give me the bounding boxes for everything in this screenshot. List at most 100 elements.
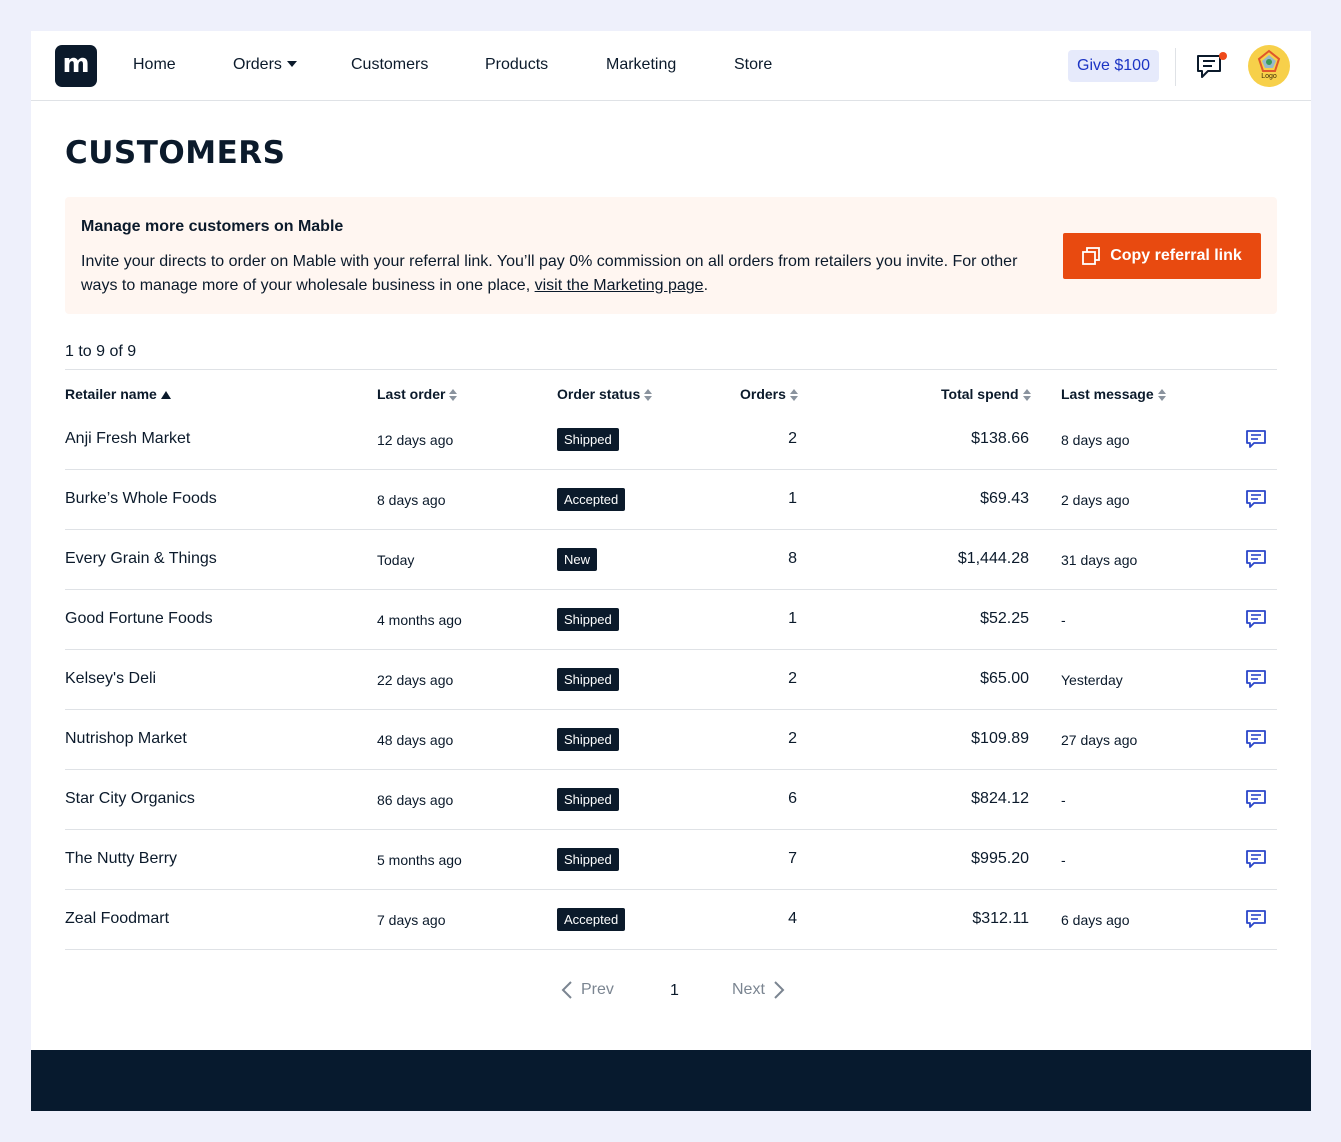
header-order-status[interactable]: Order status (557, 386, 653, 402)
order-status-cell: Shipped (557, 728, 619, 751)
notification-dot (1219, 52, 1227, 60)
nav-orders[interactable]: Orders (233, 55, 297, 75)
mable-logo[interactable]: m (55, 45, 97, 87)
last-message: - (1061, 852, 1066, 868)
sort-ascending-icon (160, 391, 171, 400)
header-orders[interactable]: Orders (740, 386, 798, 402)
message-retailer-icon (1246, 430, 1266, 448)
customers-table: Retailer name Last order Order status Or… (65, 369, 1277, 950)
status-badge: Shipped (557, 668, 619, 691)
marketing-page-link[interactable]: visit the Marketing page (535, 277, 704, 294)
message-retailer-button[interactable] (1245, 548, 1267, 575)
retailer-name[interactable]: Good Fortune Foods (65, 610, 213, 628)
logo-shape-icon (1257, 49, 1281, 72)
table-row[interactable]: Burke’s Whole Foods 8 days ago Accepted 1 $6… (65, 470, 1277, 530)
next-label: Next (732, 981, 765, 998)
message-retailer-button[interactable] (1245, 608, 1267, 635)
message-retailer-button[interactable] (1245, 488, 1267, 515)
status-badge: Accepted (557, 908, 626, 931)
nav-marketing[interactable]: Marketing (606, 55, 676, 75)
nav-products[interactable]: Products (485, 55, 548, 75)
table-header: Retailer name Last order Order status Or… (65, 370, 1277, 418)
retailer-name[interactable]: Star City Organics (65, 790, 195, 808)
last-message: - (1061, 792, 1066, 808)
table-row[interactable]: Every Grain & Things Today New 8 $1,444.28 31… (65, 530, 1277, 590)
orders-count: 8 (788, 550, 797, 567)
retailer-name[interactable]: The Nutty Berry (65, 850, 177, 868)
status-badge: Accepted (557, 488, 626, 511)
retailer-name[interactable]: Every Grain & Things (65, 550, 217, 568)
sort-icon (1157, 389, 1166, 402)
header-label: Total spend (941, 386, 1019, 402)
last-message: Yesterday (1061, 672, 1123, 688)
retailer-name[interactable]: Kelsey's Deli (65, 670, 156, 688)
message-retailer-icon (1246, 610, 1266, 628)
sort-icon (644, 389, 653, 402)
table-row[interactable]: Zeal Foodmart 7 days ago Accepted 4 $312.11 6… (65, 890, 1277, 950)
header-label: Order status (557, 386, 641, 402)
table-row[interactable]: Star City Organics 86 days ago Shipped 6 $82… (65, 770, 1277, 830)
last-order: 22 days ago (377, 672, 454, 688)
table-row[interactable]: The Nutty Berry 5 months ago Shipped 7 $995.… (65, 830, 1277, 890)
header-label: Last message (1061, 386, 1154, 402)
order-status-cell: Shipped (557, 848, 619, 871)
header-label: Orders (740, 386, 786, 402)
message-retailer-button[interactable] (1245, 788, 1267, 815)
last-message: - (1061, 612, 1066, 628)
status-badge: Shipped (557, 848, 619, 871)
copy-icon (1082, 247, 1101, 265)
banner-text-end: . (703, 277, 709, 294)
account-avatar[interactable]: Logo (1248, 45, 1290, 87)
table-body: Anji Fresh Market 12 days ago Shipped 2 $138… (65, 418, 1277, 950)
retailer-name[interactable]: Nutrishop Market (65, 730, 187, 748)
order-status-cell: Shipped (557, 788, 619, 811)
copy-referral-link-button[interactable]: Copy referral link (1063, 233, 1261, 279)
retailer-name[interactable]: Anji Fresh Market (65, 430, 190, 448)
nav-divider (1175, 48, 1176, 86)
message-retailer-button[interactable] (1245, 728, 1267, 755)
table-row[interactable]: Nutrishop Market 48 days ago Shipped 2 $109.… (65, 710, 1277, 770)
status-badge: Shipped (557, 788, 619, 811)
banner-body: Invite your directs to order on Mable wi… (81, 250, 1021, 298)
total-spend: $52.25 (980, 610, 1029, 627)
header-last-order[interactable]: Last order (377, 386, 458, 402)
nav-customers[interactable]: Customers (351, 55, 428, 75)
table-row[interactable]: Good Fortune Foods 4 months ago Shipped 1 $5… (65, 590, 1277, 650)
message-retailer-button[interactable] (1245, 668, 1267, 695)
last-message: 2 days ago (1061, 492, 1130, 508)
header-label: Retailer name (65, 386, 157, 402)
last-order: 4 months ago (377, 612, 462, 628)
page-title: CUSTOMERS (65, 135, 286, 171)
header-retailer-name[interactable]: Retailer name (65, 386, 171, 402)
chevron-left-icon (561, 981, 572, 999)
nav-home[interactable]: Home (133, 55, 176, 75)
last-order: 12 days ago (377, 432, 454, 448)
total-spend: $109.89 (971, 730, 1029, 747)
give-100-button[interactable]: Give $100 (1068, 50, 1159, 82)
last-message: 27 days ago (1061, 732, 1138, 748)
page-footer (31, 1050, 1311, 1111)
messages-button[interactable] (1195, 50, 1229, 84)
table-row[interactable]: Kelsey's Deli 22 days ago Shipped 2 $65.00 Ye… (65, 650, 1277, 710)
header-label: Last order (377, 386, 446, 402)
message-retailer-button[interactable] (1245, 908, 1267, 935)
nav-store[interactable]: Store (734, 55, 772, 75)
total-spend: $1,444.28 (957, 550, 1029, 567)
next-page-button[interactable]: Next (732, 980, 785, 1000)
total-spend: $138.66 (971, 430, 1029, 447)
retailer-name[interactable]: Zeal Foodmart (65, 910, 169, 928)
message-retailer-button[interactable] (1245, 428, 1267, 455)
table-row[interactable]: Anji Fresh Market 12 days ago Shipped 2 $138… (65, 418, 1277, 470)
message-retailer-icon (1246, 730, 1266, 748)
last-message: 8 days ago (1061, 432, 1130, 448)
message-retailer-button[interactable] (1245, 848, 1267, 875)
header-total-spend[interactable]: Total spend (941, 386, 1031, 402)
page-number-1[interactable]: 1 (670, 982, 679, 1000)
last-order: 86 days ago (377, 792, 454, 808)
orders-count: 6 (788, 790, 797, 807)
header-last-message[interactable]: Last message (1061, 386, 1166, 402)
retailer-name[interactable]: Burke’s Whole Foods (65, 490, 217, 508)
orders-count: 2 (788, 730, 797, 747)
status-badge: Shipped (557, 608, 619, 631)
prev-page-button[interactable]: Prev (561, 980, 614, 1000)
